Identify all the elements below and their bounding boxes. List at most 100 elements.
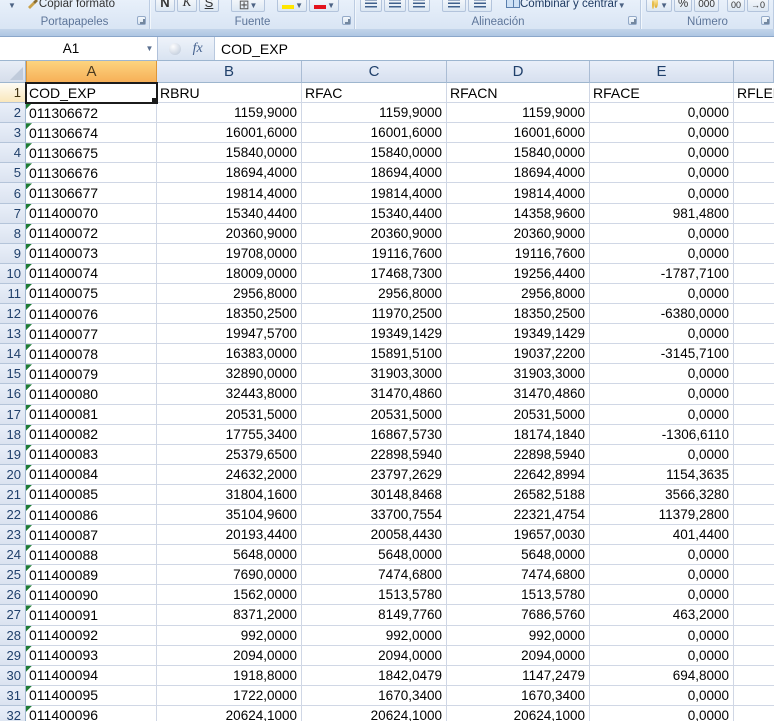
cell-B22[interactable]: 35104,9600 xyxy=(157,505,302,525)
cell-E13[interactable]: 0,0000 xyxy=(590,324,734,344)
cell-C26[interactable]: 1513,5780 xyxy=(302,585,447,605)
comma-style-button[interactable]: 000 xyxy=(694,0,719,12)
cell-F2[interactable] xyxy=(734,103,774,123)
column-header-C[interactable]: C xyxy=(302,61,447,83)
cell-F9[interactable] xyxy=(734,244,774,264)
cell-C19[interactable]: 22898,5940 xyxy=(302,445,447,465)
cell-B11[interactable]: 2956,8000 xyxy=(157,284,302,304)
cell-E21[interactable]: 3566,3280 xyxy=(590,485,734,505)
row-header-32[interactable]: 32 xyxy=(0,706,26,721)
cell-C24[interactable]: 5648,0000 xyxy=(302,545,447,565)
cell-C15[interactable]: 31903,3000 xyxy=(302,364,447,384)
cell-E5[interactable]: 0,0000 xyxy=(590,163,734,183)
column-header-D[interactable]: D xyxy=(447,61,590,83)
cell-E27[interactable]: 463,2000 xyxy=(590,605,734,625)
cell-D12[interactable]: 18350,2500 xyxy=(447,304,590,324)
cell-B12[interactable]: 18350,2500 xyxy=(157,304,302,324)
cell-A20[interactable]: 011400084 xyxy=(26,465,157,485)
cell-D8[interactable]: 20360,9000 xyxy=(447,224,590,244)
cell-F1[interactable]: RFLEP xyxy=(734,83,774,103)
cell-B15[interactable]: 32890,0000 xyxy=(157,364,302,384)
cell-C27[interactable]: 8149,7760 xyxy=(302,605,447,625)
cell-A30[interactable]: 011400094 xyxy=(26,666,157,686)
align-right-button[interactable] xyxy=(408,0,430,12)
row-header-18[interactable]: 18 xyxy=(0,425,26,445)
row-header-22[interactable]: 22 xyxy=(0,505,26,525)
merge-center-button[interactable]: Combinar y centrar ▼ xyxy=(502,0,630,12)
cell-A24[interactable]: 011400088 xyxy=(26,545,157,565)
underline-button[interactable]: S xyxy=(199,0,219,12)
cell-D24[interactable]: 5648,0000 xyxy=(447,545,590,565)
cell-F19[interactable] xyxy=(734,445,774,465)
cell-D27[interactable]: 7686,5760 xyxy=(447,605,590,625)
insert-function-icon[interactable]: fx xyxy=(193,41,203,57)
cell-D26[interactable]: 1513,5780 xyxy=(447,585,590,605)
cell-C28[interactable]: 992,0000 xyxy=(302,626,447,646)
cell-A3[interactable]: 011306674 xyxy=(26,123,157,143)
paste-dropdown-caret[interactable]: ▼ xyxy=(4,0,20,12)
increase-decimal-button[interactable]: 00 xyxy=(727,0,745,12)
cell-C11[interactable]: 2956,8000 xyxy=(302,284,447,304)
cell-A19[interactable]: 011400083 xyxy=(26,445,157,465)
cell-E19[interactable]: 0,0000 xyxy=(590,445,734,465)
cell-B2[interactable]: 1159,9000 xyxy=(157,103,302,123)
cell-D13[interactable]: 19349,1429 xyxy=(447,324,590,344)
row-header-30[interactable]: 30 xyxy=(0,666,26,686)
cell-D29[interactable]: 2094,0000 xyxy=(447,646,590,666)
cell-A7[interactable]: 011400070 xyxy=(26,204,157,224)
cell-E11[interactable]: 0,0000 xyxy=(590,284,734,304)
cell-C4[interactable]: 15840,0000 xyxy=(302,143,447,163)
cell-E30[interactable]: 694,8000 xyxy=(590,666,734,686)
row-header-16[interactable]: 16 xyxy=(0,384,26,404)
cell-F14[interactable] xyxy=(734,344,774,364)
cell-B16[interactable]: 32443,8000 xyxy=(157,384,302,404)
cell-C9[interactable]: 19116,7600 xyxy=(302,244,447,264)
cell-C32[interactable]: 20624,1000 xyxy=(302,706,447,721)
cell-F26[interactable] xyxy=(734,585,774,605)
cell-C31[interactable]: 1670,3400 xyxy=(302,686,447,706)
cell-B26[interactable]: 1562,0000 xyxy=(157,585,302,605)
cell-A25[interactable]: 011400089 xyxy=(26,565,157,585)
cell-B4[interactable]: 15840,0000 xyxy=(157,143,302,163)
cell-E18[interactable]: -1306,6110 xyxy=(590,425,734,445)
cell-F18[interactable] xyxy=(734,425,774,445)
cell-F22[interactable] xyxy=(734,505,774,525)
column-header-E[interactable]: E xyxy=(590,61,734,83)
font-dialog-launcher-icon[interactable] xyxy=(342,16,351,25)
cell-D21[interactable]: 26582,5188 xyxy=(447,485,590,505)
cell-F3[interactable] xyxy=(734,123,774,143)
cell-E17[interactable]: 0,0000 xyxy=(590,405,734,425)
cell-B13[interactable]: 19947,5700 xyxy=(157,324,302,344)
cell-F31[interactable] xyxy=(734,686,774,706)
cell-A31[interactable]: 011400095 xyxy=(26,686,157,706)
cell-F7[interactable] xyxy=(734,204,774,224)
cell-D16[interactable]: 31470,4860 xyxy=(447,384,590,404)
row-header-13[interactable]: 13 xyxy=(0,324,26,344)
cell-D10[interactable]: 19256,4400 xyxy=(447,264,590,284)
cell-C23[interactable]: 20058,4430 xyxy=(302,525,447,545)
cell-B20[interactable]: 24632,2000 xyxy=(157,465,302,485)
cell-A28[interactable]: 011400092 xyxy=(26,626,157,646)
cell-F17[interactable] xyxy=(734,405,774,425)
formula-input[interactable]: COD_EXP xyxy=(215,37,774,60)
row-header-21[interactable]: 21 xyxy=(0,485,26,505)
cell-B7[interactable]: 15340,4400 xyxy=(157,204,302,224)
cell-E20[interactable]: 1154,3635 xyxy=(590,465,734,485)
cell-D22[interactable]: 22321,4754 xyxy=(447,505,590,525)
row-header-5[interactable]: 5 xyxy=(0,163,26,183)
row-header-4[interactable]: 4 xyxy=(0,143,26,163)
cell-D15[interactable]: 31903,3000 xyxy=(447,364,590,384)
cell-E14[interactable]: -3145,7100 xyxy=(590,344,734,364)
cell-F27[interactable] xyxy=(734,605,774,625)
cell-E16[interactable]: 0,0000 xyxy=(590,384,734,404)
cell-D4[interactable]: 15840,0000 xyxy=(447,143,590,163)
bold-button[interactable]: N xyxy=(155,0,175,12)
cell-D23[interactable]: 19657,0030 xyxy=(447,525,590,545)
cell-F13[interactable] xyxy=(734,324,774,344)
cell-A23[interactable]: 011400087 xyxy=(26,525,157,545)
cell-D30[interactable]: 1147,2479 xyxy=(447,666,590,686)
row-header-17[interactable]: 17 xyxy=(0,405,26,425)
cell-C17[interactable]: 20531,5000 xyxy=(302,405,447,425)
cell-F6[interactable] xyxy=(734,183,774,203)
cell-D2[interactable]: 1159,9000 xyxy=(447,103,590,123)
